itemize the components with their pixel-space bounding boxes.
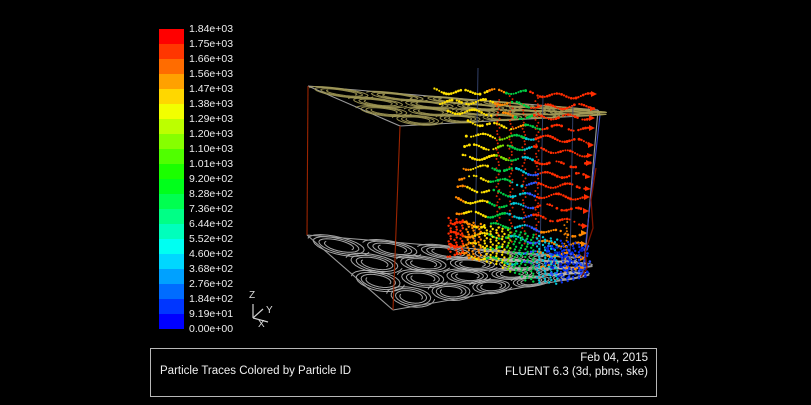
colorbar-band — [159, 44, 184, 59]
plot-title: Particle Traces Colored by Particle ID — [160, 365, 351, 377]
colorbar-tick-label: 4.60e+02 — [189, 249, 233, 260]
colorbar-tick-label: 1.10e+03 — [189, 144, 233, 155]
colorbar — [159, 29, 184, 329]
scene-3d-canvas[interactable] — [0, 0, 811, 405]
colorbar-tick-label: 6.44e+02 — [189, 219, 233, 230]
trace-arrowhead — [585, 174, 591, 179]
trace-arrowhead — [584, 194, 590, 200]
colorbar-band — [159, 224, 184, 239]
colorbar-tick-label: 1.38e+03 — [189, 99, 233, 110]
colorbar-band — [159, 254, 184, 269]
colorbar-band — [159, 269, 184, 284]
colorbar-band — [159, 194, 184, 209]
box-edge — [307, 235, 393, 310]
colorbar-tick-label: 1.47e+03 — [189, 84, 233, 95]
colorbar-tick-label: 1.66e+03 — [189, 54, 233, 65]
trace-arrowhead — [586, 160, 592, 166]
axis-label-x: X — [258, 320, 265, 330]
colorbar-band — [159, 299, 184, 314]
colorbar-band — [159, 119, 184, 134]
caption-box: Particle Traces Colored by Particle ID F… — [150, 348, 657, 397]
colorbar-band — [159, 239, 184, 254]
box-edge — [393, 126, 400, 310]
trace-arrowhead — [583, 208, 589, 214]
colorbar-tick-label: 1.29e+03 — [189, 114, 233, 125]
colorbar-tick-label: 1.75e+03 — [189, 39, 233, 50]
colorbar-tick-label: 9.20e+02 — [189, 174, 233, 185]
plot-date: Feb 04, 2015 — [505, 352, 648, 366]
colorbar-band — [159, 284, 184, 299]
trace-arrowhead — [587, 153, 593, 158]
colorbar-band — [159, 74, 184, 89]
box-edge — [307, 86, 308, 235]
solver-version: FLUENT 6.3 (3d, pbns, ske) — [505, 366, 648, 380]
axis-label-z: Z — [249, 291, 255, 301]
colorbar-tick-label: 8.28e+02 — [189, 189, 233, 200]
trace-arrowhead — [591, 91, 597, 97]
axis-triad-line — [253, 309, 263, 318]
colorbar-band — [159, 104, 184, 119]
colorbar-band — [159, 149, 184, 164]
graphics-window: 1.84e+03 1.75e+03 1.66e+03 1.56e+03 1.47e+03… — [0, 0, 811, 405]
colorbar-tick-label: 1.84e+03 — [189, 24, 233, 35]
colorbar-band — [159, 164, 184, 179]
colorbar-band — [159, 134, 184, 149]
colorbar-tick-label: 5.52e+02 — [189, 234, 233, 245]
colorbar-band — [159, 179, 184, 194]
trace-arrowhead — [581, 230, 587, 236]
colorbar-tick-label: 0.00e+00 — [189, 324, 233, 335]
axis-label-y: Y — [266, 306, 273, 316]
trace-arrowhead — [589, 125, 595, 131]
colorbar-tick-label: 1.84e+02 — [189, 294, 233, 305]
colorbar-band — [159, 314, 184, 329]
bottom-face-swirls — [308, 235, 593, 308]
trace-arrowhead — [588, 142, 594, 148]
colorbar-band — [159, 209, 184, 224]
colorbar-band — [159, 59, 184, 74]
colorbar-tick-label: 7.36e+02 — [189, 204, 233, 215]
colorbar-tick-label: 1.20e+03 — [189, 129, 233, 140]
colorbar-tick-label: 1.01e+03 — [189, 159, 233, 170]
colorbar-band — [159, 89, 184, 104]
colorbar-band — [159, 29, 184, 44]
colorbar-tick-label: 9.19e+01 — [189, 309, 233, 320]
colorbar-tick-label: 2.76e+02 — [189, 279, 233, 290]
colorbar-tick-label: 3.68e+02 — [189, 264, 233, 275]
trace-arrowhead — [585, 186, 591, 191]
colorbar-tick-label: 1.56e+03 — [189, 69, 233, 80]
